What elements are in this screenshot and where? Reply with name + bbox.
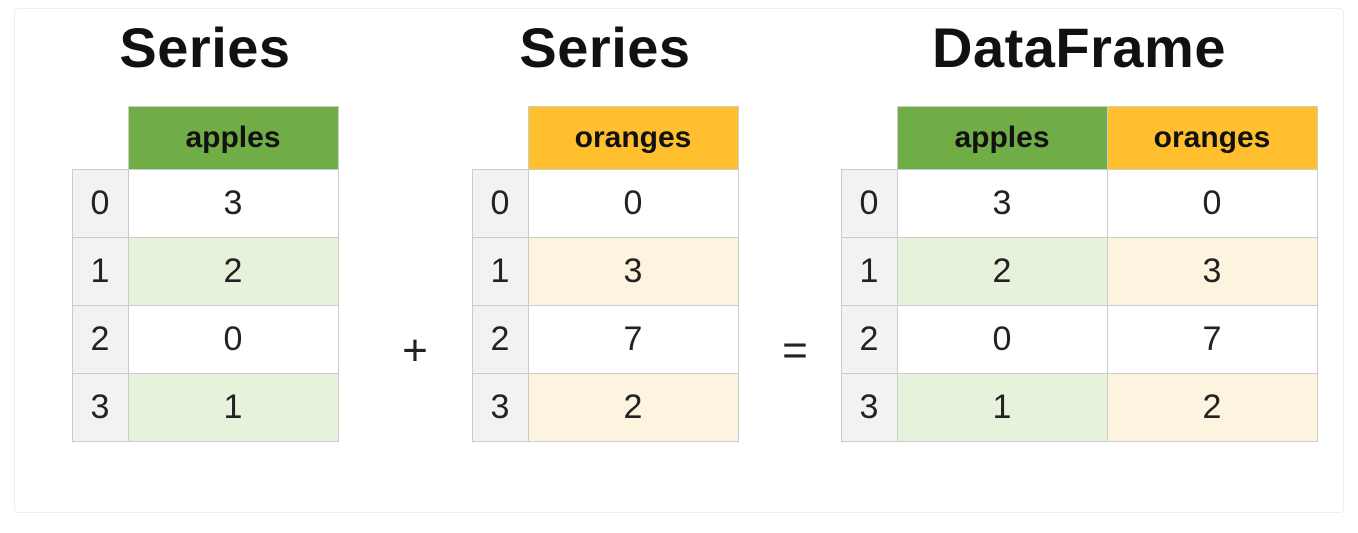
table-row: 2 0 7 xyxy=(841,306,1317,374)
dataframe-oranges-1: 3 xyxy=(1107,238,1317,306)
equals-operator: = xyxy=(765,9,825,492)
series-a-index-0: 0 xyxy=(72,170,128,238)
dataframe-oranges-0: 0 xyxy=(1107,170,1317,238)
series-b-value-2: 7 xyxy=(528,306,738,374)
table-row: 0 0 xyxy=(472,170,738,238)
dataframe-group: DataFrame apples oranges 0 3 0 1 2 3 xyxy=(825,9,1333,492)
series-b-index-2: 2 xyxy=(472,306,528,374)
series-b-index-3: 3 xyxy=(472,374,528,442)
series-a-column-header-apples: apples xyxy=(128,107,338,170)
table-row: 1 2 3 xyxy=(841,238,1317,306)
table-row: 2 0 xyxy=(72,306,338,374)
diagram-panel: Series apples 0 3 1 2 2 0 xyxy=(14,8,1344,513)
series-a-index-2: 2 xyxy=(72,306,128,374)
dataframe-oranges-2: 7 xyxy=(1107,306,1317,374)
series-b-value-1: 3 xyxy=(528,238,738,306)
dataframe-title: DataFrame xyxy=(932,15,1226,80)
table-row: 3 2 xyxy=(472,374,738,442)
table-row: 3 1 2 xyxy=(841,374,1317,442)
series-a-index-3: 3 xyxy=(72,374,128,442)
series-a-value-1: 2 xyxy=(128,238,338,306)
series-a-index-1: 1 xyxy=(72,238,128,306)
dataframe-index-3: 3 xyxy=(841,374,897,442)
dataframe-apples-2: 0 xyxy=(897,306,1107,374)
series-b-value-3: 2 xyxy=(528,374,738,442)
series-b-blank-corner xyxy=(472,107,528,170)
series-b-index-1: 1 xyxy=(472,238,528,306)
series-a-blank-corner xyxy=(72,107,128,170)
table-row: 0 3 0 xyxy=(841,170,1317,238)
table-row: 3 1 xyxy=(72,374,338,442)
series-b-title: Series xyxy=(519,15,690,80)
series-b-index-0: 0 xyxy=(472,170,528,238)
dataframe-blank-corner xyxy=(841,107,897,170)
series-b-table: oranges 0 0 1 3 2 7 3 2 xyxy=(472,106,739,442)
plus-operator: + xyxy=(385,9,445,492)
dataframe-index-2: 2 xyxy=(841,306,897,374)
dataframe-column-header-apples: apples xyxy=(897,107,1107,170)
table-row: 1 2 xyxy=(72,238,338,306)
dataframe-apples-3: 1 xyxy=(897,374,1107,442)
dataframe-table: apples oranges 0 3 0 1 2 3 2 0 7 xyxy=(841,106,1318,442)
dataframe-apples-0: 3 xyxy=(897,170,1107,238)
table-row: 1 3 xyxy=(472,238,738,306)
dataframe-apples-1: 2 xyxy=(897,238,1107,306)
series-a-value-0: 3 xyxy=(128,170,338,238)
series-a-title: Series xyxy=(119,15,290,80)
table-row: 2 7 xyxy=(472,306,738,374)
series-b-column-header-oranges: oranges xyxy=(528,107,738,170)
dataframe-index-1: 1 xyxy=(841,238,897,306)
dataframe-index-0: 0 xyxy=(841,170,897,238)
diagram-canvas: Series apples 0 3 1 2 2 0 xyxy=(0,0,1358,533)
series-a-value-2: 0 xyxy=(128,306,338,374)
series-b-group: Series oranges 0 0 1 3 2 7 xyxy=(445,9,765,492)
series-a-table: apples 0 3 1 2 2 0 3 1 xyxy=(72,106,339,442)
series-b-value-0: 0 xyxy=(528,170,738,238)
table-row: 0 3 xyxy=(72,170,338,238)
dataframe-oranges-3: 2 xyxy=(1107,374,1317,442)
dataframe-column-header-oranges: oranges xyxy=(1107,107,1317,170)
series-a-value-3: 1 xyxy=(128,374,338,442)
series-a-group: Series apples 0 3 1 2 2 0 xyxy=(25,9,385,492)
